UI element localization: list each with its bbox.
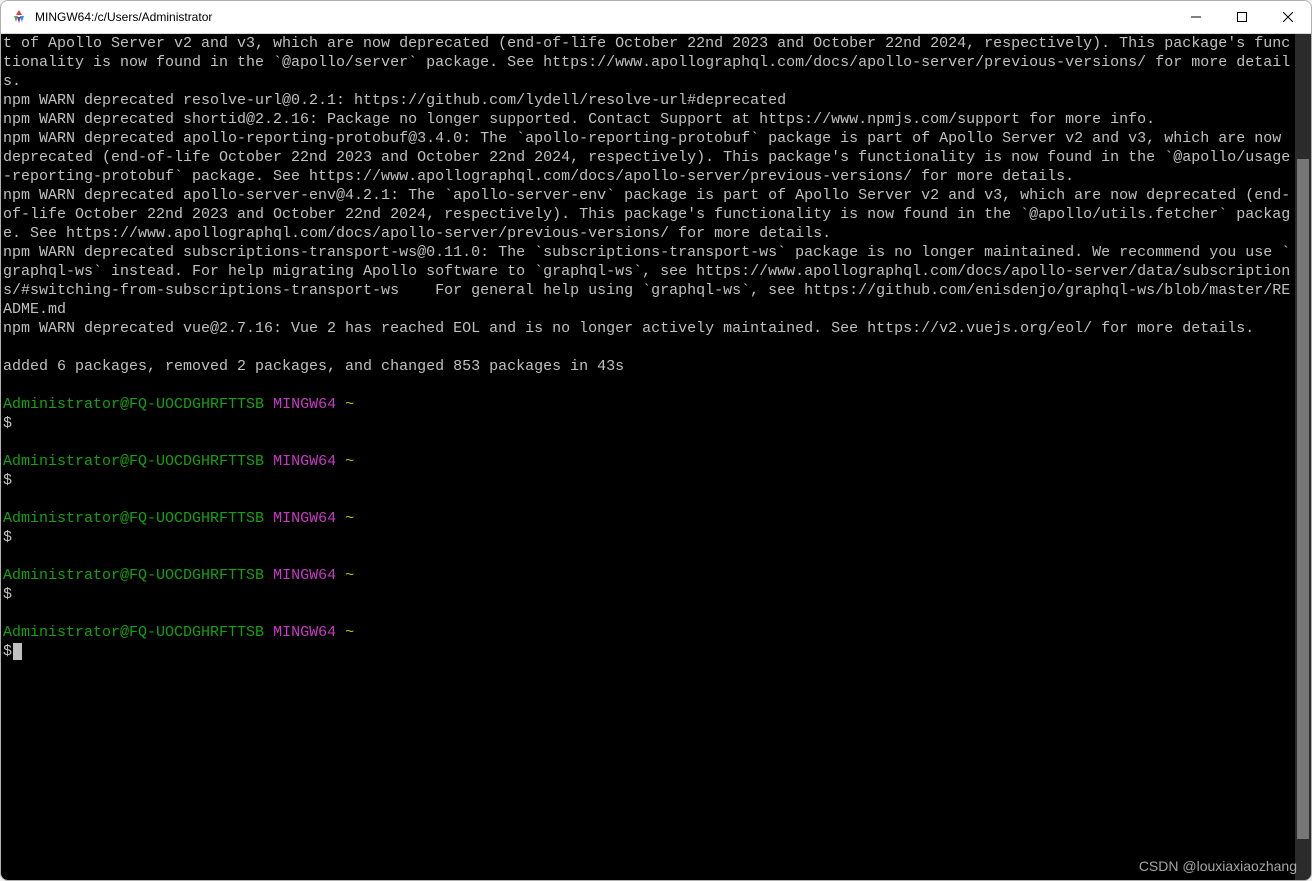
npm-warn-line: npm WARN deprecated apollo-server-env@4.… (3, 187, 1290, 242)
maximize-button[interactable] (1219, 1, 1265, 33)
prompt-path: ~ (345, 624, 354, 641)
prompt-path: ~ (345, 453, 354, 470)
prompt-user-host: Administrator@FQ-UOCDGHRFTTSB (3, 453, 264, 470)
terminal-window: MINGW64:/c/Users/Administrator t of Apol… (0, 0, 1312, 881)
prompt-symbol: $ (3, 472, 12, 489)
npm-warn-line: npm WARN deprecated vue@2.7.16: Vue 2 ha… (3, 320, 1254, 337)
window-title: MINGW64:/c/Users/Administrator (35, 10, 212, 24)
cursor (13, 643, 22, 660)
npm-warn-line: npm WARN deprecated resolve-url@0.2.1: h… (3, 92, 786, 109)
prompt-path: ~ (345, 567, 354, 584)
prompt-env: MINGW64 (273, 510, 336, 527)
prompt-symbol: $ (3, 643, 12, 660)
prompt-symbol: $ (3, 415, 12, 432)
npm-warn-line: npm WARN deprecated apollo-reporting-pro… (3, 130, 1290, 185)
prompt-path: ~ (345, 396, 354, 413)
prompt-user-host: Administrator@FQ-UOCDGHRFTTSB (3, 396, 264, 413)
terminal-area[interactable]: t of Apollo Server v2 and v3, which are … (1, 34, 1311, 880)
prompt-env: MINGW64 (273, 396, 336, 413)
close-button[interactable] (1265, 1, 1311, 33)
prompt-env: MINGW64 (273, 453, 336, 470)
npm-summary-line: added 6 packages, removed 2 packages, an… (3, 358, 624, 375)
prompt-env: MINGW64 (273, 624, 336, 641)
npm-warn-line: npm WARN deprecated shortid@2.2.16: Pack… (3, 111, 1155, 128)
prompt-symbol: $ (3, 586, 12, 603)
scroll-thumb[interactable] (1297, 159, 1309, 839)
npm-warn-line: t of Apollo Server v2 and v3, which are … (3, 35, 1290, 90)
terminal-output[interactable]: t of Apollo Server v2 and v3, which are … (1, 34, 1295, 880)
prompt-user-host: Administrator@FQ-UOCDGHRFTTSB (3, 624, 264, 641)
app-icon (11, 9, 27, 25)
npm-warn-line: npm WARN deprecated subscriptions-transp… (3, 244, 1290, 318)
prompt-user-host: Administrator@FQ-UOCDGHRFTTSB (3, 510, 264, 527)
prompt-symbol: $ (3, 529, 12, 546)
prompt-path: ~ (345, 510, 354, 527)
titlebar[interactable]: MINGW64:/c/Users/Administrator (1, 1, 1311, 34)
prompt-env: MINGW64 (273, 567, 336, 584)
prompt-user-host: Administrator@FQ-UOCDGHRFTTSB (3, 567, 264, 584)
minimize-button[interactable] (1173, 1, 1219, 33)
scrollbar-vertical[interactable] (1295, 34, 1311, 880)
